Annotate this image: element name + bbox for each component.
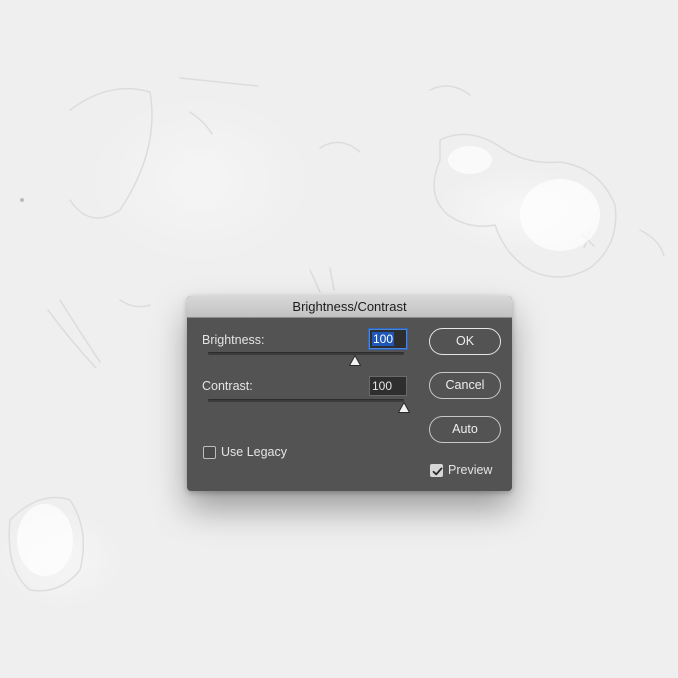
contrast-label: Contrast: [202,379,253,393]
preview-label[interactable]: Preview [448,463,492,477]
brightness-value-input[interactable]: 100 [369,329,407,349]
contrast-slider-thumb-icon[interactable] [398,402,410,413]
dialog-title[interactable]: Brightness/Contrast [187,296,512,318]
brightness-slider-track[interactable] [208,352,404,355]
ok-button[interactable]: OK [429,328,501,355]
contrast-value-input[interactable]: 100 [369,376,407,396]
contrast-slider-track[interactable] [208,399,404,402]
brightness-slider-thumb-icon[interactable] [349,355,361,366]
use-legacy-checkbox[interactable] [203,446,216,459]
brightness-contrast-dialog: Brightness/Contrast Brightness: 100 Cont… [187,296,512,491]
brightness-value-text: 100 [372,332,395,346]
contrast-value-text: 100 [372,379,393,393]
cancel-button[interactable]: Cancel [429,372,501,399]
use-legacy-label[interactable]: Use Legacy [221,445,287,459]
checkmark-icon [432,467,443,476]
preview-checkbox[interactable] [430,464,443,477]
brightness-label: Brightness: [202,333,265,347]
auto-button[interactable]: Auto [429,416,501,443]
